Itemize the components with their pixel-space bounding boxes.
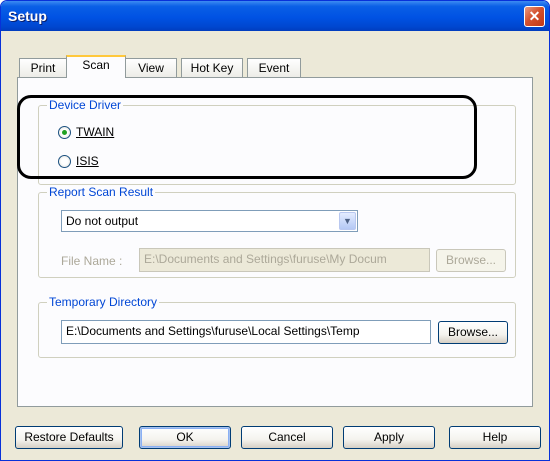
temp-browse-button[interactable]: Browse...	[438, 321, 508, 344]
tab-event[interactable]: Event	[247, 58, 301, 78]
file-name-field[interactable]: E:\Documents and Settings\furuse\My Docu…	[139, 248, 430, 272]
ok-button[interactable]: OK	[139, 426, 231, 449]
dropdown-selected-value: Do not output	[66, 214, 139, 228]
chevron-down-icon[interactable]: ▼	[339, 212, 356, 230]
close-button[interactable]: ✕	[524, 6, 545, 27]
tab-hot-key[interactable]: Hot Key	[181, 58, 243, 78]
help-button[interactable]: Help	[449, 426, 541, 449]
annotation-highlight-box	[17, 95, 477, 179]
restore-defaults-button[interactable]: Restore Defaults	[15, 426, 123, 449]
window-title: Setup	[8, 8, 47, 24]
apply-button[interactable]: Apply	[343, 426, 435, 449]
cancel-button[interactable]: Cancel	[241, 426, 333, 449]
close-icon: ✕	[528, 8, 541, 24]
report-browse-button[interactable]: Browse...	[436, 249, 506, 272]
tab-print[interactable]: Print	[19, 58, 67, 78]
temp-directory-field[interactable]: E:\Documents and Settings\furuse\Local S…	[61, 320, 431, 344]
report-output-dropdown[interactable]: Do not output ▼	[61, 210, 358, 232]
tab-scan[interactable]: Scan	[66, 55, 126, 78]
tab-view[interactable]: View	[125, 58, 177, 78]
temporary-directory-legend: Temporary Directory	[47, 295, 160, 309]
title-bar[interactable]: Setup ✕	[1, 1, 549, 31]
report-scan-result-legend: Report Scan Result	[47, 185, 156, 199]
file-name-label: File Name :	[61, 254, 123, 268]
setup-dialog: Setup ✕ Print Scan View Hot Key Event De…	[0, 0, 550, 461]
